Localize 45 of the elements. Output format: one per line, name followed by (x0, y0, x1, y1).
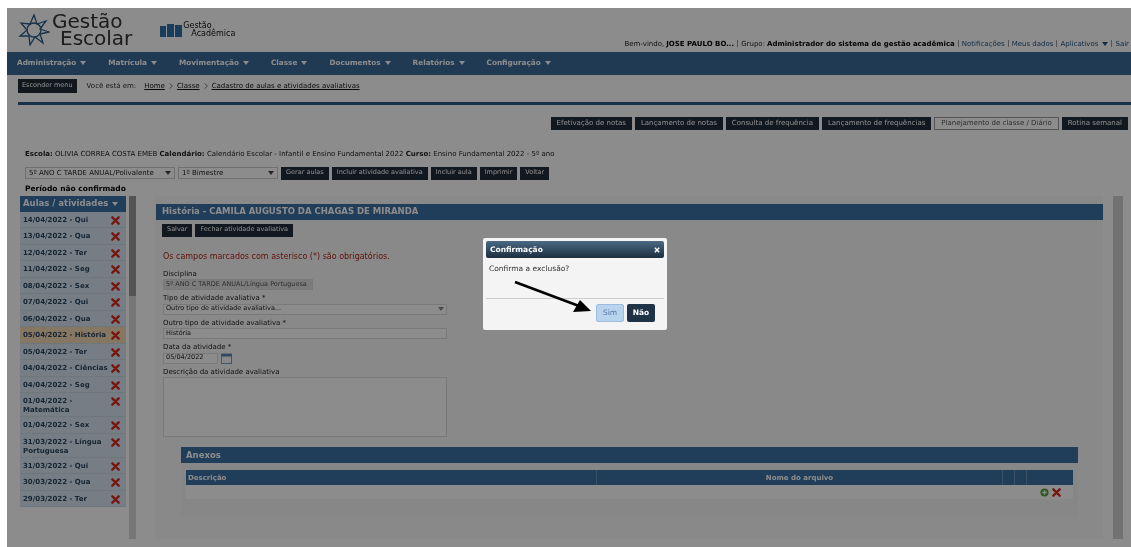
caret-icon (384, 61, 391, 66)
caret-icon (165, 171, 171, 175)
caret-icon (243, 61, 249, 66)
caret-icon (458, 61, 465, 66)
app-name-text: Acadêmica (191, 30, 236, 38)
chevron-icon (168, 83, 173, 89)
app-name-text: Gestão (183, 22, 213, 30)
delete-icon[interactable] (111, 314, 120, 324)
logo-text: Escolar (60, 30, 133, 47)
delete-icon[interactable] (111, 494, 120, 504)
attachments-header: Anexos (181, 447, 1078, 464)
delete-icon[interactable] (111, 281, 120, 291)
chevron-icon (203, 83, 208, 89)
add-icon[interactable] (1040, 487, 1049, 497)
caret-icon (151, 61, 157, 66)
delete-icon[interactable] (111, 331, 120, 341)
delete-icon[interactable] (111, 298, 120, 308)
caret-icon (438, 307, 444, 312)
calendar-icon[interactable] (221, 352, 232, 364)
delete-icon[interactable] (111, 421, 120, 431)
delete-icon[interactable] (111, 265, 120, 275)
delete-icon[interactable] (111, 397, 120, 407)
caret-icon (80, 61, 87, 66)
scrollbar[interactable] (129, 195, 136, 539)
delete-icon[interactable] (111, 347, 120, 357)
logo-text: Gestão (52, 13, 123, 30)
form-title: História - CAMILA AUGUSTO DA CHAGAS DE MIRANDA (156, 203, 1103, 220)
scrollbar[interactable] (1113, 195, 1123, 539)
star-emblem-icon (18, 14, 50, 46)
delete-icon[interactable] (111, 215, 120, 225)
delete-icon[interactable] (1052, 487, 1061, 497)
delete-icon[interactable] (111, 232, 120, 242)
caret-icon (112, 201, 119, 206)
caret-icon (268, 171, 274, 175)
delete-icon[interactable] (111, 478, 120, 488)
sidebar-header[interactable]: Aulas / atividades (20, 195, 126, 212)
building-icon (160, 23, 183, 37)
delete-icon[interactable] (111, 380, 120, 390)
caret-icon (301, 61, 308, 66)
caret-icon (544, 61, 551, 66)
delete-icon[interactable] (111, 364, 120, 374)
close-icon[interactable] (654, 246, 660, 253)
delete-icon[interactable] (111, 437, 120, 447)
delete-icon[interactable] (111, 248, 120, 258)
delete-icon[interactable] (111, 461, 120, 471)
